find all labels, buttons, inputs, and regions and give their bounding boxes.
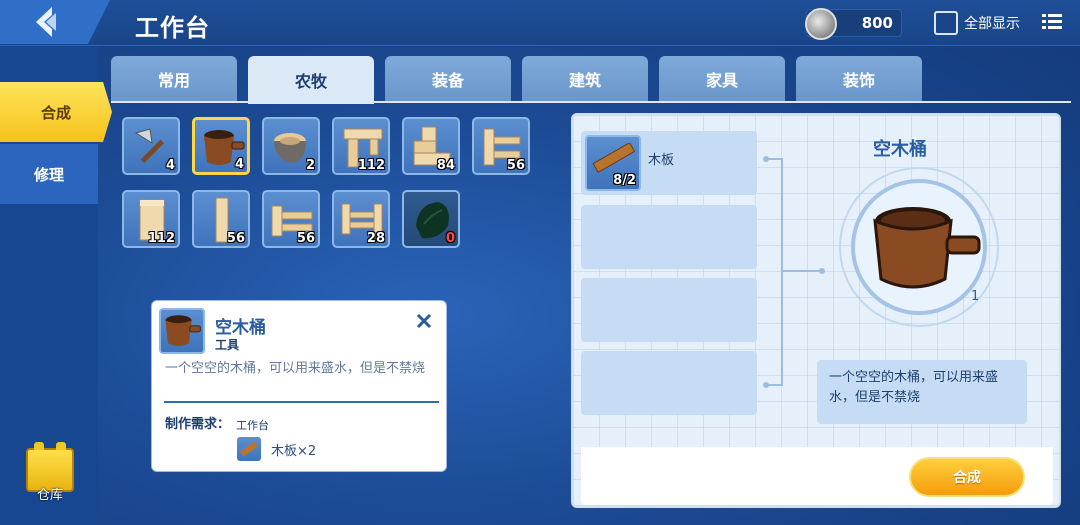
back-arrow-icon: [36, 7, 56, 37]
tab-decoration[interactable]: 装饰: [796, 56, 922, 102]
sidebar-item-repair[interactable]: 修理: [0, 144, 98, 204]
sidebar-item-label: 合成: [40, 103, 71, 122]
item-count: 28: [366, 231, 385, 246]
ingredient-slot-empty: [581, 205, 757, 269]
recipe-panel: 8/2 木板 空木桶 1 一个空空的木桶，可以用来盛水，但是不禁烧 合成: [571, 113, 1061, 508]
show-all-checkbox[interactable]: [934, 11, 958, 35]
grid-item-dark-leaf[interactable]: 0: [402, 190, 460, 248]
connector-dot: [763, 382, 769, 388]
result-item-display: [851, 179, 987, 315]
grid-item-wood-steps[interactable]: 84: [402, 117, 460, 175]
storage-label: 仓库: [36, 488, 63, 503]
ingredient-slot[interactable]: 8/2 木板: [581, 131, 757, 195]
connector-line: [767, 158, 781, 160]
item-count: 56: [296, 231, 315, 246]
item-count: 56: [506, 158, 525, 173]
tooltip-material: 木板×2: [237, 437, 316, 461]
wood-plank-icon: [237, 437, 261, 461]
tooltip-divider: [164, 401, 439, 403]
grid-item-wooden-bucket[interactable]: 4: [192, 117, 250, 175]
result-description: 一个空空的木桶，可以用来盛水，但是不禁烧: [817, 360, 1027, 424]
tooltip-material-text: 木板×2: [271, 443, 317, 459]
item-count: 112: [147, 231, 175, 246]
tooltip-item-icon: [159, 308, 205, 354]
grid-item-axe[interactable]: 4: [122, 117, 180, 175]
item-tooltip: 空木桶 工具 一个空空的木桶，可以用来盛水，但是不禁烧 制作需求： 工作台 木板…: [151, 300, 447, 472]
result-count: 1: [971, 289, 980, 304]
tooltip-requirement-label: 制作需求：: [165, 417, 231, 432]
grid-item-wood-fence[interactable]: 56: [262, 190, 320, 248]
tab-underline: [111, 101, 1071, 103]
top-bar: 工作台 800 全部显示: [0, 0, 1080, 46]
grid-item-wood-block[interactable]: 112: [122, 190, 180, 248]
wooden-bucket-icon: [165, 315, 201, 346]
ingredient-name: 木板: [648, 153, 675, 168]
tab-common[interactable]: 常用: [111, 56, 237, 102]
ingredient-icon: 8/2: [585, 135, 641, 191]
back-button[interactable]: [0, 0, 110, 44]
ingredient-count: 8/2: [613, 173, 636, 188]
list-menu-icon[interactable]: [1042, 13, 1062, 31]
result-title: 空木桶: [873, 139, 927, 160]
tab-farming[interactable]: 农牧: [248, 56, 374, 104]
craft-button[interactable]: 合成: [909, 457, 1025, 497]
tooltip-description: 一个空空的木桶，可以用来盛水，但是不禁烧: [165, 361, 426, 376]
page-title: 工作台: [135, 14, 210, 42]
connector-line: [781, 158, 783, 386]
wood-plank-icon: [592, 143, 635, 173]
item-count: 84: [436, 158, 455, 173]
connector-line: [783, 270, 823, 272]
currency-display: 800: [805, 8, 902, 40]
gear-coin-icon: [805, 8, 837, 40]
grid-item-wood-table[interactable]: 112: [332, 117, 390, 175]
connector-dot: [763, 156, 769, 162]
grid-item-stone-bowl[interactable]: 2: [262, 117, 320, 175]
sidebar-item-craft[interactable]: 合成: [0, 82, 112, 142]
show-all-toggle[interactable]: 全部显示: [934, 11, 1020, 35]
category-tabs: 常用 农牧 装备 建筑 家具 装饰: [111, 56, 922, 104]
tooltip-item-name: 空木桶: [215, 318, 266, 338]
grid-item-wood-fence-corner[interactable]: 56: [472, 117, 530, 175]
tab-equipment[interactable]: 装备: [385, 56, 511, 102]
ingredient-slot-empty: [581, 278, 757, 342]
sidebar-item-label: 修理: [33, 165, 64, 184]
grid-item-wood-post[interactable]: 56: [192, 190, 250, 248]
side-nav: 合成 修理: [0, 82, 112, 206]
tab-furniture[interactable]: 家具: [659, 56, 785, 102]
grid-item-wood-fence-gate[interactable]: 28: [332, 190, 390, 248]
item-count: 4: [234, 157, 244, 172]
item-count: 2: [305, 158, 315, 173]
item-count: 112: [357, 158, 385, 173]
wooden-bucket-icon: [873, 207, 981, 289]
tooltip-item-type: 工具: [215, 338, 240, 352]
currency-value: 800: [861, 14, 893, 32]
close-icon[interactable]: [416, 313, 432, 329]
show-all-label: 全部显示: [964, 16, 1020, 32]
storage-button[interactable]: 仓库: [22, 442, 78, 512]
item-count: 56: [226, 231, 245, 246]
tab-building[interactable]: 建筑: [522, 56, 648, 102]
connector-dot: [819, 268, 825, 274]
connector-line: [767, 384, 781, 386]
tooltip-station: 工作台: [236, 419, 269, 432]
item-count: 0: [445, 231, 455, 246]
item-count: 4: [165, 158, 175, 173]
ingredient-slot-empty: [581, 351, 757, 415]
